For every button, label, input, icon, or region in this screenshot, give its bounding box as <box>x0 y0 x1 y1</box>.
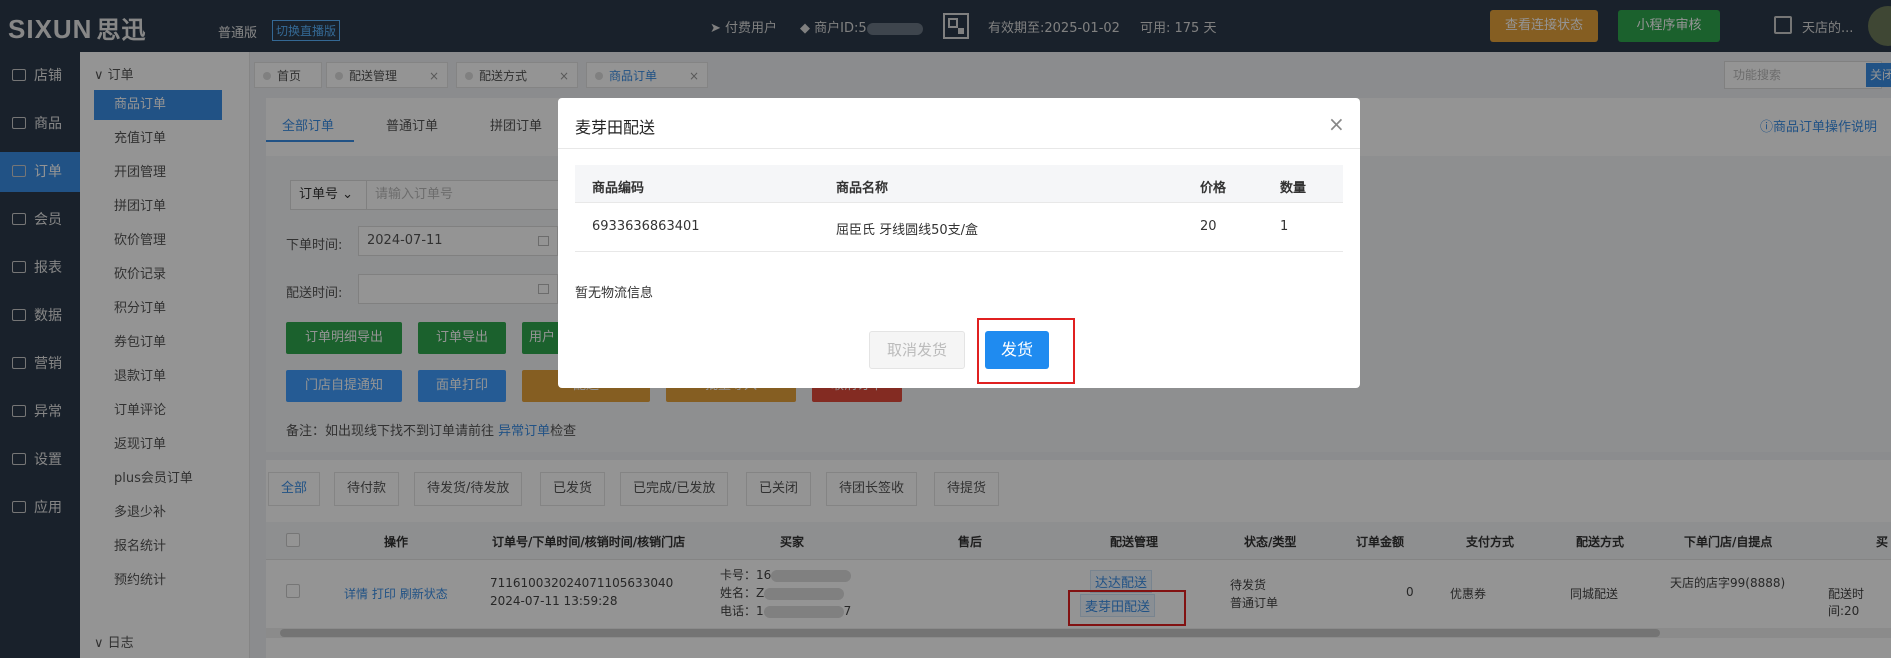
highlight-box <box>977 318 1075 384</box>
maiyatian-delivery-modal: 麦芽田配送 × 商品编码 商品名称 价格 数量 6933636863401 屈臣… <box>558 98 1360 388</box>
no-logistics-text: 暂无物流信息 <box>575 286 654 301</box>
product-price: 20 <box>1200 219 1217 234</box>
modal-table-header <box>575 165 1343 203</box>
close-icon[interactable]: × <box>1328 112 1345 136</box>
th-quantity: 数量 <box>1280 181 1307 196</box>
th-price: 价格 <box>1200 181 1227 196</box>
modal-title: 麦芽田配送 <box>575 118 656 137</box>
cancel-shipment-button[interactable]: 取消发货 <box>869 331 965 369</box>
divider <box>558 148 1360 149</box>
divider <box>575 251 1343 252</box>
th-product-name: 商品名称 <box>836 181 889 196</box>
product-quantity: 1 <box>1280 219 1289 234</box>
th-product-code: 商品编码 <box>592 181 645 196</box>
product-name: 屈臣氏 牙线圆线50支/盒 <box>836 223 979 238</box>
product-code: 6933636863401 <box>592 219 700 234</box>
